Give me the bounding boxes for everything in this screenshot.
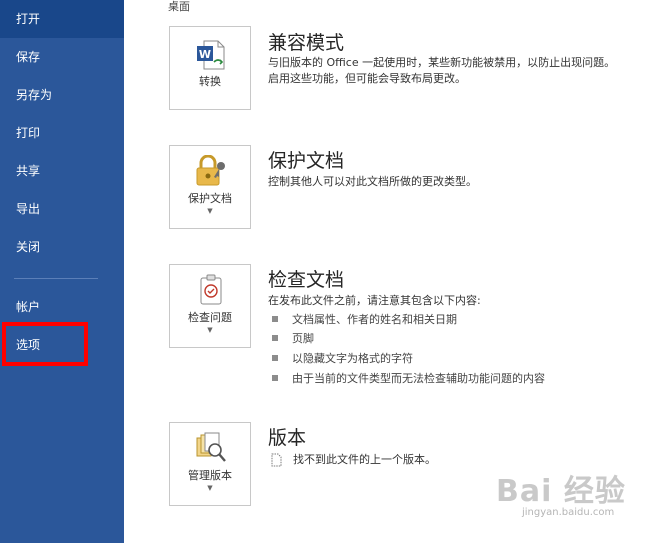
document-icon [271,453,282,467]
nav-share[interactable]: 共享 [0,152,124,190]
sidebar-divider [14,278,98,279]
chevron-down-icon: ▼ [207,484,213,492]
manage-versions-button-label: 管理版本 [188,469,232,482]
check-issues-button[interactable]: 检查问题 ▼ [169,264,251,348]
baidu-watermark-url: jingyan.baidu.com [522,507,615,518]
backstage-sidebar: 打开 保存 另存为 打印 共享 导出 关闭 帐户 选项 [0,0,124,543]
compat-desc-line1: 与旧版本的 Office 一起使用时，某些新功能被禁用，以防止出现问题。 [268,56,616,69]
inspect-bullet: 以隐藏文字为格式的字符 [272,351,413,367]
nav-print[interactable]: 打印 [0,114,124,152]
versions-desc: 找不到此文件的上一个版本。 [293,453,436,466]
checklist-icon [200,274,222,305]
protect-document-button-label: 保护文档 [188,192,232,205]
location-label: 桌面 [168,0,190,13]
inspect-bullet: 文档属性、作者的姓名和相关日期 [272,312,457,328]
inspect-bullet: 由于当前的文件类型而无法检查辅助功能问题的内容 [272,371,545,387]
check-issues-button-label: 检查问题 [188,311,232,324]
protect-document-button[interactable]: 保护文档 ▼ [169,145,251,229]
nav-export[interactable]: 导出 [0,190,124,228]
chevron-down-icon: ▼ [207,207,213,215]
svg-text:W: W [199,48,211,61]
convert-button[interactable]: W 转换 [169,26,251,110]
convert-button-label: 转换 [199,75,221,88]
inspect-title: 检查文档 [268,269,345,291]
nav-save-as[interactable]: 另存为 [0,76,124,114]
word-convert-icon: W [197,40,225,70]
nav-save[interactable]: 保存 [0,38,124,76]
versions-title: 版本 [268,427,307,449]
protect-desc: 控制其他人可以对此文档所做的更改类型。 [268,175,477,188]
manage-versions-button[interactable]: 管理版本 ▼ [169,422,251,506]
baidu-watermark: Bai 经验 [496,474,626,509]
nav-account[interactable]: 帐户 [0,288,124,326]
compat-title: 兼容模式 [268,32,345,54]
compat-desc-line2: 启用这些功能，但可能会导致布局更改。 [268,72,466,85]
manage-versions-icon [196,432,226,462]
inspect-desc: 在发布此文件之前，请注意其包含以下内容: [268,294,481,307]
nav-open[interactable]: 打开 [0,0,124,38]
lock-key-icon [196,155,225,186]
protect-title: 保护文档 [268,150,345,172]
annotation-highlight-box [2,322,88,366]
nav-close[interactable]: 关闭 [0,228,124,266]
inspect-bullet: 页脚 [272,331,314,347]
chevron-down-icon: ▼ [207,326,213,334]
